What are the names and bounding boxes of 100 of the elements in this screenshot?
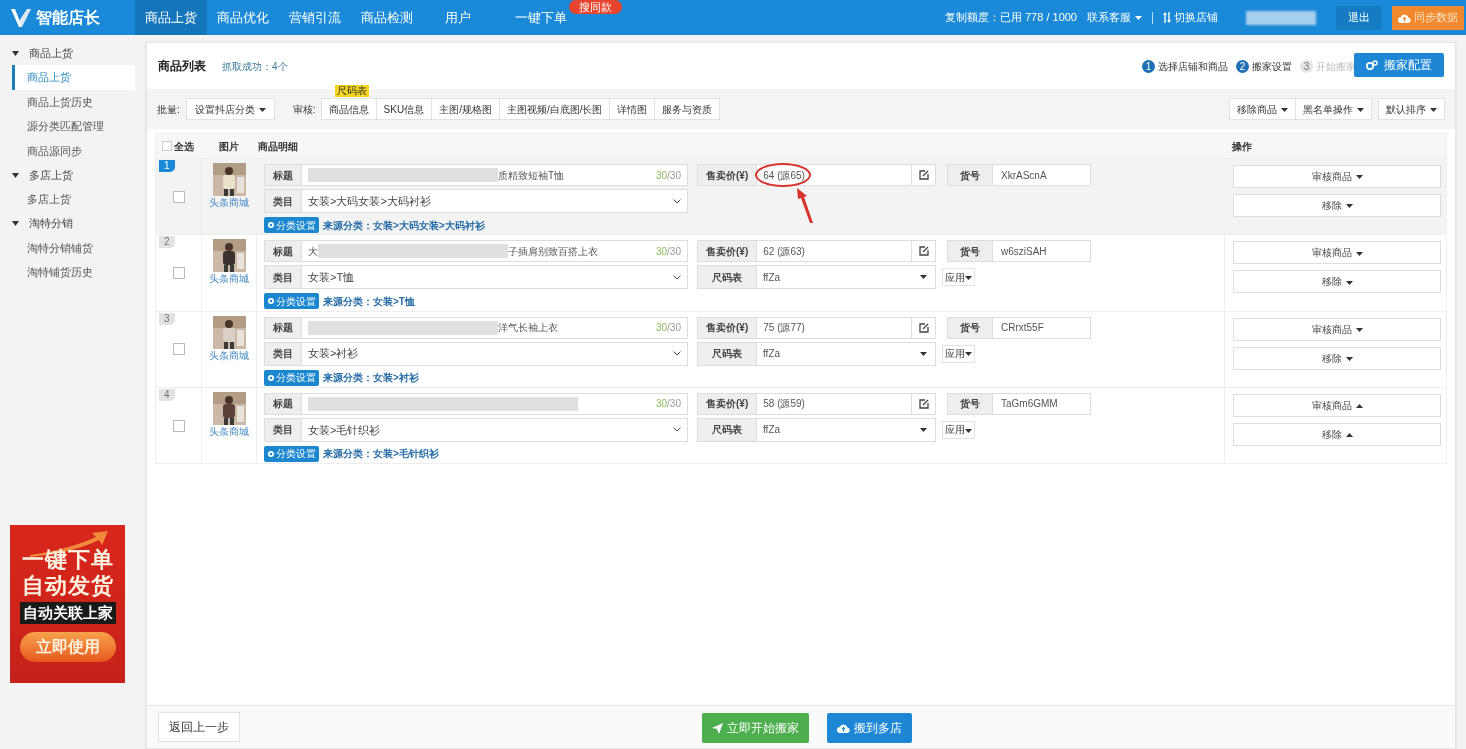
- logout-button[interactable]: 退出: [1336, 5, 1382, 30]
- price-value: 75 (源77): [762, 321, 806, 336]
- apply-dropdown[interactable]: 应用: [942, 344, 975, 363]
- redacted-username: [1246, 10, 1316, 25]
- sku-value: TaGm6GMM: [1000, 397, 1058, 412]
- source-category: 来源分类：女装>T恤: [323, 294, 415, 309]
- title-field[interactable]: 标题 30/30: [264, 392, 688, 415]
- review-tab[interactable]: 主图/规格图: [431, 98, 500, 120]
- sku-field[interactable]: 货号 XkrAScnA: [947, 164, 1091, 186]
- review-tab[interactable]: SKU信息: [375, 98, 433, 120]
- nav-tab[interactable]: 商品上货: [135, 0, 207, 35]
- source-link[interactable]: 头条商城: [209, 196, 249, 209]
- sku-field[interactable]: 货号 w6sziSAH: [947, 240, 1091, 263]
- size-chart-select[interactable]: 尺码表 ffZa: [697, 417, 936, 442]
- row-index: 2: [159, 236, 175, 249]
- multi-store-button[interactable]: 搬到多店: [827, 713, 912, 743]
- send-icon: [712, 722, 723, 734]
- switch-store-link[interactable]: 切换店铺: [1163, 9, 1218, 26]
- checkbox[interactable]: [172, 419, 185, 432]
- apply-dropdown[interactable]: 应用: [942, 420, 975, 439]
- sku-value: CRrxt55F: [1000, 321, 1044, 336]
- sidebar-item[interactable]: 商品源同步: [0, 138, 135, 163]
- review-dropdown[interactable]: 审核商品: [1233, 317, 1441, 341]
- caret-icon: [1345, 204, 1353, 209]
- sidebar-item[interactable]: 商品上货历史: [0, 89, 135, 114]
- nav-tab[interactable]: 商品检测: [351, 0, 423, 35]
- toolbar-dropdown[interactable]: 黑名单操作: [1295, 98, 1372, 120]
- sidebar-item[interactable]: 多店上货: [0, 187, 135, 212]
- remove-dropdown[interactable]: 移除: [1233, 270, 1441, 294]
- checkbox[interactable]: [172, 266, 185, 279]
- sidebar-item[interactable]: 淘特分销铺货: [0, 235, 135, 260]
- category-settings-button[interactable]: 分类设置: [264, 293, 319, 310]
- remove-dropdown[interactable]: 移除: [1233, 346, 1441, 370]
- checkbox[interactable]: [172, 343, 185, 356]
- source-link[interactable]: 头条商城: [209, 424, 249, 438]
- cloud-upload-icon: [1398, 12, 1411, 23]
- category-settings-button[interactable]: 分类设置: [264, 445, 319, 462]
- support-menu[interactable]: 联系客服: [1087, 9, 1142, 26]
- review-dropdown[interactable]: 审核商品: [1233, 241, 1441, 265]
- back-button[interactable]: 返回上一步: [158, 712, 240, 742]
- remove-dropdown[interactable]: 移除: [1233, 194, 1441, 217]
- table-row[interactable]: 3 头条商城 标题 洋气长袖上衣 30/30 售卖价(¥) 75 (源77) 货号 CRrxt55F 类目 女装>衬衫 尺码表 ffZa 应用 分类设置 来源分类：女装>衬衫 审核商品 移除: [156, 310, 1446, 387]
- price-field[interactable]: 售卖价(¥) 75 (源77): [697, 316, 936, 339]
- table-row[interactable]: 1 头条商城 标题 质精致短袖T恤 30/30 售卖价(¥) 64 (源65) 货号 XkrAScnA 类目 女装>大码女装>大码衬衫 分类设置 来源分类：女装>大码女装>大码衬衫 审核商品 移除: [156, 158, 1446, 235]
- sidebar-group[interactable]: 多店上货: [0, 163, 135, 187]
- caret-icon: [258, 107, 266, 112]
- sidebar-item[interactable]: 淘特铺货历史: [0, 260, 135, 285]
- title-field[interactable]: 标题 质精致短袖T恤 30/30: [264, 164, 688, 186]
- remove-dropdown[interactable]: 移除: [1233, 422, 1441, 446]
- field-label: 货号: [948, 241, 993, 262]
- review-tab[interactable]: 详情图: [609, 98, 656, 120]
- price-field[interactable]: 售卖价(¥) 62 (源63): [697, 240, 936, 263]
- price-field[interactable]: 售卖价(¥) 58 (源59): [697, 392, 936, 415]
- category-settings-button[interactable]: 分类设置: [264, 369, 319, 386]
- sku-field[interactable]: 货号 CRrxt55F: [947, 316, 1091, 339]
- step-label: 开始搬家: [1316, 59, 1356, 74]
- title-field[interactable]: 标题 大 子插肩别致百搭上衣 30/30: [264, 240, 688, 263]
- size-chart-select[interactable]: 尺码表 ffZa: [697, 341, 936, 366]
- toolbar-dropdown[interactable]: 默认排序: [1378, 98, 1445, 120]
- table-row[interactable]: 2 头条商城 标题 大 子插肩别致百搭上衣 30/30 售卖价(¥) 62 (源63) 货号 w6sziSAH 类目 女装>T恤 尺码表 ffZa 应用 分类设置 来源分类：女装>T恤 审核商品 移除: [156, 234, 1446, 311]
- category-select[interactable]: 类目 女装>毛针织衫: [264, 417, 688, 442]
- category-dropdown[interactable]: 设置抖店分类: [185, 98, 275, 120]
- checkbox[interactable]: [162, 141, 172, 151]
- review-tab[interactable]: 商品信息: [320, 98, 377, 120]
- apply-dropdown[interactable]: 应用: [942, 268, 975, 287]
- char-limit: /30: [667, 244, 681, 259]
- checkbox[interactable]: [172, 190, 185, 203]
- review-tab[interactable]: 主图视频/白底图/长图: [498, 98, 611, 120]
- caret-icon: [1355, 175, 1363, 180]
- nav-tab[interactable]: 用户: [423, 0, 493, 35]
- nav-tab[interactable]: 营销引流: [279, 0, 351, 35]
- sidebar-item[interactable]: 源分类匹配管理: [0, 114, 135, 139]
- source-link[interactable]: 头条商城: [209, 348, 249, 362]
- category-select[interactable]: 类目 女装>T恤: [264, 265, 688, 290]
- title-text: 洋气长袖上衣: [498, 321, 558, 336]
- sidebar-item[interactable]: 商品上货: [12, 65, 135, 90]
- char-limit: /30: [667, 397, 681, 412]
- sku-field[interactable]: 货号 TaGm6GMM: [947, 392, 1091, 415]
- step-label: 搬家设置: [1252, 59, 1292, 74]
- size-chart-select[interactable]: 尺码表 ffZa: [697, 265, 936, 290]
- promo-banner[interactable]: 一键下单 自动发货 自动关联上家 立即使用: [10, 525, 125, 683]
- config-button[interactable]: 搬家配置: [1354, 53, 1444, 77]
- title-field[interactable]: 标题 洋气长袖上衣 30/30: [264, 316, 688, 339]
- fetch-status: 抓取成功：4个: [222, 59, 288, 74]
- review-dropdown[interactable]: 审核商品: [1233, 165, 1441, 188]
- category-settings-button[interactable]: 分类设置: [264, 217, 319, 233]
- column-header: 商品明细: [257, 139, 299, 154]
- swap-icon: [1163, 12, 1171, 23]
- table-row[interactable]: 4 头条商城 标题 30/30 售卖价(¥) 58 (源59) 货号 TaGm6GMM 类目 女装>毛针织衫 尺码表 ffZa 应用 分类设置 来源分类：女装>毛针织衫 审核商品 移除: [156, 386, 1446, 464]
- source-link[interactable]: 头条商城: [209, 272, 249, 286]
- toolbar-dropdown[interactable]: 移除商品: [1229, 98, 1296, 120]
- nav-tab[interactable]: 商品优化: [207, 0, 279, 35]
- sidebar-group[interactable]: 淘特分销: [0, 211, 135, 236]
- review-tab[interactable]: 服务与资质: [654, 98, 721, 120]
- nav-tab[interactable]: 一键下单: [505, 0, 569, 35]
- sidebar-group[interactable]: 商品上货: [0, 41, 135, 65]
- row-index: 3: [159, 312, 175, 325]
- review-dropdown[interactable]: 审核商品: [1233, 393, 1441, 417]
- category-select[interactable]: 类目 女装>衬衫: [264, 341, 688, 366]
- category-select[interactable]: 类目 女装>大码女装>大码衬衫: [264, 189, 688, 213]
